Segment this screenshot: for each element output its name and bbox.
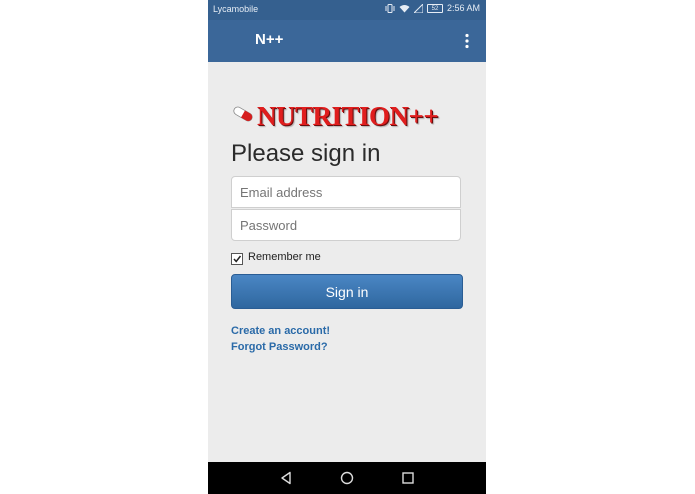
app-title: N++ [255,31,284,48]
page-title: Please sign in [231,140,381,167]
signal-icon [413,3,423,13]
status-icons: 52 2:56 AM [385,3,480,13]
phone-screen: Lycamobile 52 2:56 AM N++ NUTRITION++ Pl… [208,0,486,494]
logo-text: NUTRITION++ [257,101,439,131]
email-field[interactable] [231,176,461,208]
system-nav-bar [208,462,486,494]
clock: 2:56 AM [446,3,480,13]
forgot-password-link[interactable]: Forgot Password? [231,341,328,353]
sign-in-button[interactable]: Sign in [231,274,463,309]
app-bar: N++ [208,20,486,62]
remember-checkbox[interactable] [231,253,243,265]
wifi-icon [399,4,410,13]
battery-icon: 52 [426,3,443,13]
battery-level: 52 [431,5,439,12]
app-logo: NUTRITION++ [231,101,439,132]
password-field[interactable] [231,209,461,241]
overflow-menu-icon[interactable] [458,32,476,50]
remember-me[interactable]: Remember me [231,251,321,265]
home-icon[interactable] [340,471,354,485]
recents-icon[interactable] [401,471,415,485]
create-account-link[interactable]: Create an account! [231,325,330,337]
vibrate-icon [385,3,395,13]
remember-label: Remember me [248,251,321,263]
pill-icon [231,105,255,128]
back-icon[interactable] [279,471,293,485]
carrier-name: Lycamobile [213,4,259,14]
status-bar: Lycamobile 52 2:56 AM [208,0,486,20]
